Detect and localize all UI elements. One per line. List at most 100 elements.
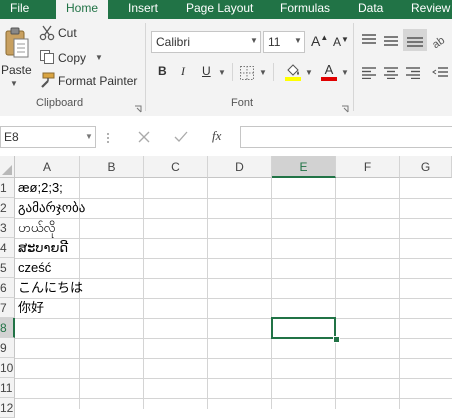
cell-a4[interactable]: ສະບາຍດີ — [18, 238, 68, 258]
button-separator — [232, 63, 233, 81]
row-header-5[interactable]: 5 — [0, 258, 15, 278]
font-size-value: 11 — [268, 35, 281, 49]
column-header-f[interactable]: F — [336, 156, 400, 178]
gridline — [15, 238, 452, 239]
font-size-dropdown[interactable]: 11 ▼ — [263, 31, 305, 53]
select-all-corner[interactable] — [0, 156, 15, 178]
chevron-down-icon: ▼ — [85, 132, 93, 141]
underline-button[interactable]: U — [202, 64, 211, 78]
font-color-dropdown-icon[interactable]: ▼ — [341, 68, 349, 77]
cancel-icon[interactable] — [138, 130, 150, 143]
italic-button[interactable]: I — [181, 64, 185, 79]
enter-check-icon[interactable] — [174, 130, 188, 142]
gridline — [15, 338, 452, 339]
paste-icon[interactable] — [4, 27, 30, 59]
copy-button[interactable]: Copy — [58, 51, 86, 65]
align-middle-icon[interactable] — [383, 34, 399, 46]
align-right-icon[interactable] — [405, 66, 421, 80]
tab-insert[interactable]: Insert — [128, 0, 158, 19]
fill-color-dropdown-icon[interactable]: ▼ — [305, 68, 313, 77]
gridline — [399, 178, 400, 409]
underline-dropdown-icon[interactable]: ▼ — [218, 68, 226, 77]
font-launcher-icon[interactable] — [341, 100, 349, 113]
orientation-icon[interactable]: ab — [430, 32, 450, 51]
cell-a2[interactable]: გამარჯობა — [18, 198, 85, 218]
column-header-a[interactable]: A — [15, 156, 80, 178]
font-name-dropdown[interactable]: Calibri ▼ — [151, 31, 261, 53]
row-header-6[interactable]: 6 — [0, 278, 15, 298]
align-left-icon[interactable] — [361, 66, 377, 80]
align-top-icon[interactable] — [361, 33, 377, 45]
row-header-1[interactable]: 1 — [0, 178, 15, 198]
column-header-e[interactable]: E — [272, 156, 336, 178]
row-header-11[interactable]: 11 — [0, 378, 15, 398]
gridline — [15, 298, 452, 299]
gridline — [15, 258, 452, 259]
tab-review[interactable]: Review — [411, 0, 450, 19]
insert-function-button[interactable]: fx — [212, 128, 221, 144]
decrease-font-size-icon[interactable]: A▼ — [333, 35, 349, 49]
font-name-value: Calibri — [156, 35, 191, 49]
group-separator — [353, 23, 354, 111]
fill-color-icon[interactable] — [285, 63, 301, 81]
gridline — [143, 178, 144, 409]
cut-icon[interactable] — [39, 25, 55, 41]
font-group-label: Font — [231, 97, 254, 109]
cell-a7[interactable]: 你好 — [18, 298, 44, 318]
format-painter-button[interactable]: Format Painter — [58, 74, 137, 88]
tab-file[interactable]: File — [10, 0, 29, 19]
column-header-c[interactable]: C — [144, 156, 208, 178]
row-header-2[interactable]: 2 — [0, 198, 15, 218]
cell-a6[interactable]: こんにちは — [18, 278, 83, 298]
clipboard-group-label: Clipboard — [36, 97, 84, 109]
paste-dropdown-icon[interactable]: ▼ — [10, 79, 18, 88]
bold-button[interactable]: B — [158, 64, 167, 78]
format-painter-icon[interactable] — [39, 72, 55, 88]
cell-a5[interactable]: cześć — [18, 258, 51, 278]
tab-formulas[interactable]: Formulas — [280, 0, 330, 19]
formula-bar: E8 ▼ fx — [0, 116, 452, 156]
align-bottom-icon[interactable] — [403, 29, 427, 51]
cut-button[interactable]: Cut — [58, 26, 77, 40]
row-header-9[interactable]: 9 — [0, 338, 15, 358]
drag-handle-icon[interactable] — [106, 131, 110, 143]
gridline — [15, 318, 452, 319]
row-header-8[interactable]: 8 — [0, 318, 15, 338]
copy-icon[interactable] — [39, 49, 55, 65]
active-cell-e8[interactable] — [271, 317, 336, 339]
increase-font-size-icon[interactable]: A▲ — [311, 33, 328, 49]
name-box[interactable]: E8 ▼ — [0, 126, 96, 148]
gridline — [15, 218, 452, 219]
tab-home[interactable]: Home — [56, 0, 108, 20]
decrease-indent-icon[interactable] — [432, 66, 448, 78]
ribbon-tab-bar: File Home Insert Page Layout Formulas Da… — [0, 0, 452, 20]
row-header-7[interactable]: 7 — [0, 298, 15, 318]
cell-a1[interactable]: æø;2;3; — [18, 178, 63, 198]
row-header-4[interactable]: 4 — [0, 238, 15, 258]
fill-handle[interactable] — [333, 336, 340, 343]
button-separator — [273, 63, 274, 81]
gridline — [15, 378, 452, 379]
tab-page-layout[interactable]: Page Layout — [186, 0, 253, 19]
row-header-12[interactable]: 12 — [0, 398, 15, 418]
gridline — [15, 398, 452, 399]
column-header-g[interactable]: G — [400, 156, 452, 178]
group-separator — [145, 23, 146, 111]
tab-data[interactable]: Data — [358, 0, 383, 19]
ribbon-home: Paste ▼ Cut Copy ▼ Format Painter Clipbo… — [0, 19, 452, 117]
column-header-d[interactable]: D — [208, 156, 272, 178]
clipboard-launcher-icon[interactable] — [134, 100, 142, 113]
borders-icon[interactable] — [240, 66, 254, 80]
copy-dropdown-icon[interactable]: ▼ — [95, 53, 103, 62]
align-center-icon[interactable] — [383, 66, 399, 80]
formula-input[interactable] — [240, 126, 452, 148]
gridline — [335, 178, 336, 409]
paste-button[interactable]: Paste — [1, 63, 32, 77]
column-header-b[interactable]: B — [80, 156, 144, 178]
cell-a3[interactable]: ဟယ်လို — [18, 218, 56, 238]
worksheet-grid[interactable]: A B C D E F G 1 2 3 4 5 6 7 8 9 10 11 12… — [0, 156, 452, 418]
row-header-3[interactable]: 3 — [0, 218, 15, 238]
font-color-icon[interactable]: A — [321, 63, 337, 81]
borders-dropdown-icon[interactable]: ▼ — [259, 68, 267, 77]
row-header-10[interactable]: 10 — [0, 358, 15, 378]
